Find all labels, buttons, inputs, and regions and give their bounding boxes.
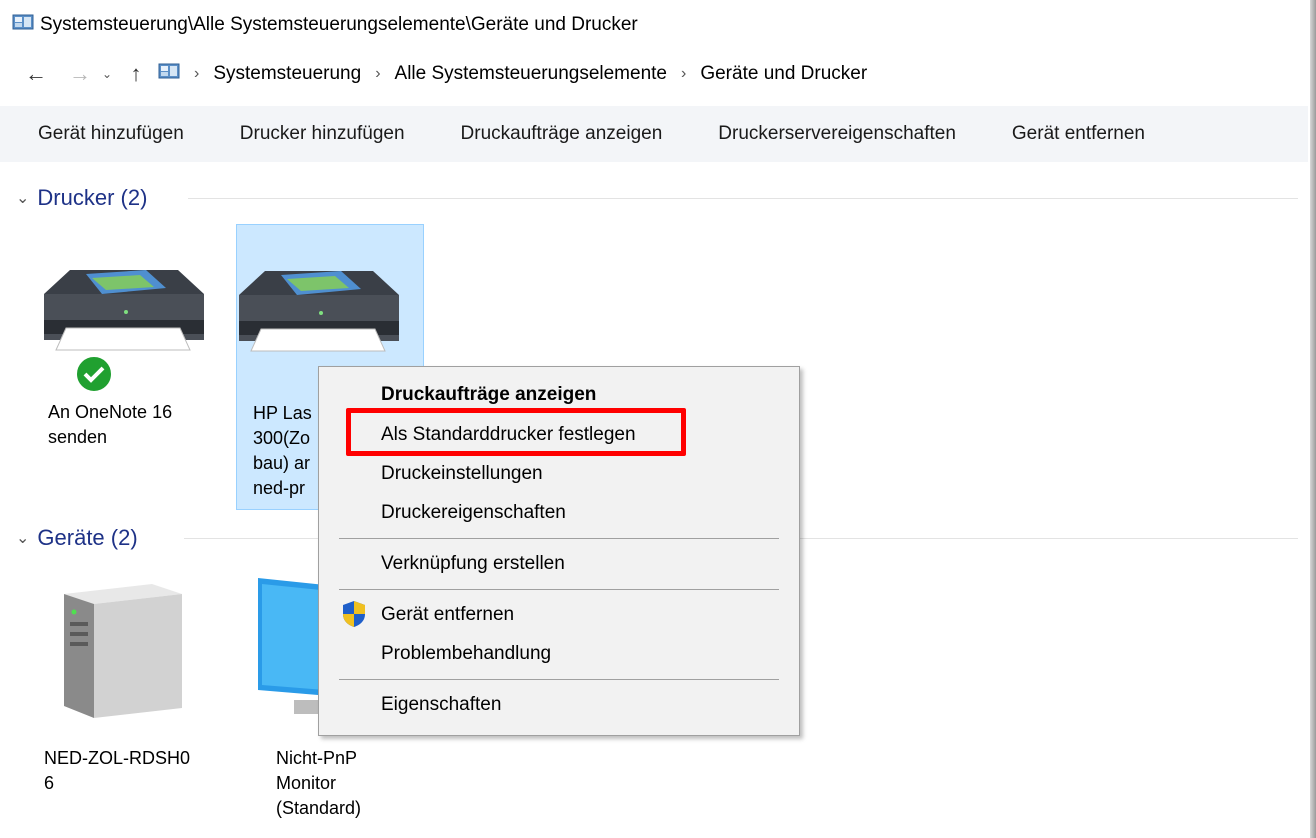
menu-item-troubleshoot[interactable]: Problembehandlung <box>381 643 551 665</box>
breadcrumb-item-systemsteuerung[interactable]: Systemsteuerung <box>213 63 361 85</box>
menu-separator <box>339 679 779 680</box>
print-server-properties-button[interactable]: Druckerservereigenschaften <box>690 123 984 145</box>
address-bar: ← → ⌄ ↑ › Systemsteuerung › Alle Systems… <box>0 52 1308 96</box>
chevron-down-icon: ⌄ <box>16 190 30 207</box>
menu-item-properties[interactable]: Eigenschaften <box>381 694 501 716</box>
window-title: Systemsteuerung\Alle Systemsteuerungsele… <box>40 14 638 35</box>
recent-locations-chevron-icon[interactable]: ⌄ <box>98 59 116 89</box>
add-device-button[interactable]: Gerät hinzufügen <box>0 123 212 145</box>
device-label: NED-ZOL-RDSH0 6 <box>44 748 191 793</box>
group-divider <box>800 538 1298 539</box>
printer-label: An OneNote 16 senden <box>48 402 173 447</box>
breadcrumb-separator: › <box>681 65 687 82</box>
up-arrow-icon[interactable]: ↑ <box>124 59 148 89</box>
add-printer-button[interactable]: Drucker hinzufügen <box>212 123 433 145</box>
devices-group-label: Geräte (2) <box>37 525 138 550</box>
menu-item-show-print-jobs[interactable]: Druckaufträge anzeigen <box>381 384 596 406</box>
title-bar: Systemsteuerung\Alle Systemsteuerungsele… <box>0 0 1308 50</box>
chevron-down-icon: ⌄ <box>16 530 30 547</box>
printer-icon <box>239 271 399 352</box>
uac-shield-icon <box>343 601 365 627</box>
printers-group-header[interactable]: ⌄ Drucker (2) <box>16 182 147 214</box>
breadcrumb-item-geraete-drucker[interactable]: Geräte und Drucker <box>700 63 867 85</box>
device-tile-server[interactable]: NED-ZOL-RDSH0 6 <box>30 574 218 814</box>
window-edge <box>1310 0 1316 838</box>
group-divider <box>188 198 1298 199</box>
breadcrumb-separator: › <box>194 65 200 82</box>
menu-item-printer-properties[interactable]: Druckereigenschaften <box>381 502 566 524</box>
menu-item-remove-device[interactable]: Gerät entfernen <box>381 604 514 626</box>
breadcrumb[interactable]: › Systemsteuerung › Alle Systemsteuerung… <box>158 57 867 91</box>
menu-item-create-shortcut[interactable]: Verknüpfung erstellen <box>381 553 565 575</box>
group-divider <box>184 538 318 539</box>
printers-group-label: Drucker (2) <box>37 185 148 210</box>
printer-icon <box>44 270 204 351</box>
back-arrow-icon[interactable]: ← <box>22 59 50 89</box>
devices-group-header[interactable]: ⌄ Geräte (2) <box>16 522 138 554</box>
control-panel-icon <box>12 12 34 38</box>
command-bar: Gerät hinzufügen Drucker hinzufügen Druc… <box>0 106 1308 162</box>
show-print-jobs-button[interactable]: Druckaufträge anzeigen <box>433 123 691 145</box>
menu-separator <box>339 589 779 590</box>
breadcrumb-item-alle-elemente[interactable]: Alle Systemsteuerungselemente <box>395 63 667 85</box>
forward-arrow-icon[interactable]: → <box>66 59 94 89</box>
breadcrumb-separator: › <box>375 65 381 82</box>
default-printer-check-icon <box>75 355 113 393</box>
highlight-annotation-box <box>346 408 686 456</box>
computer-tower-icon <box>64 584 182 718</box>
menu-item-printing-preferences[interactable]: Druckeinstellungen <box>381 463 543 485</box>
remove-device-button[interactable]: Gerät entfernen <box>984 123 1173 145</box>
menu-separator <box>339 538 779 539</box>
control-panel-icon <box>158 61 180 87</box>
printer-tile-onenote[interactable]: An OneNote 16 senden <box>30 224 218 506</box>
device-label: Nicht-PnP Monitor (Standard) <box>276 748 362 818</box>
